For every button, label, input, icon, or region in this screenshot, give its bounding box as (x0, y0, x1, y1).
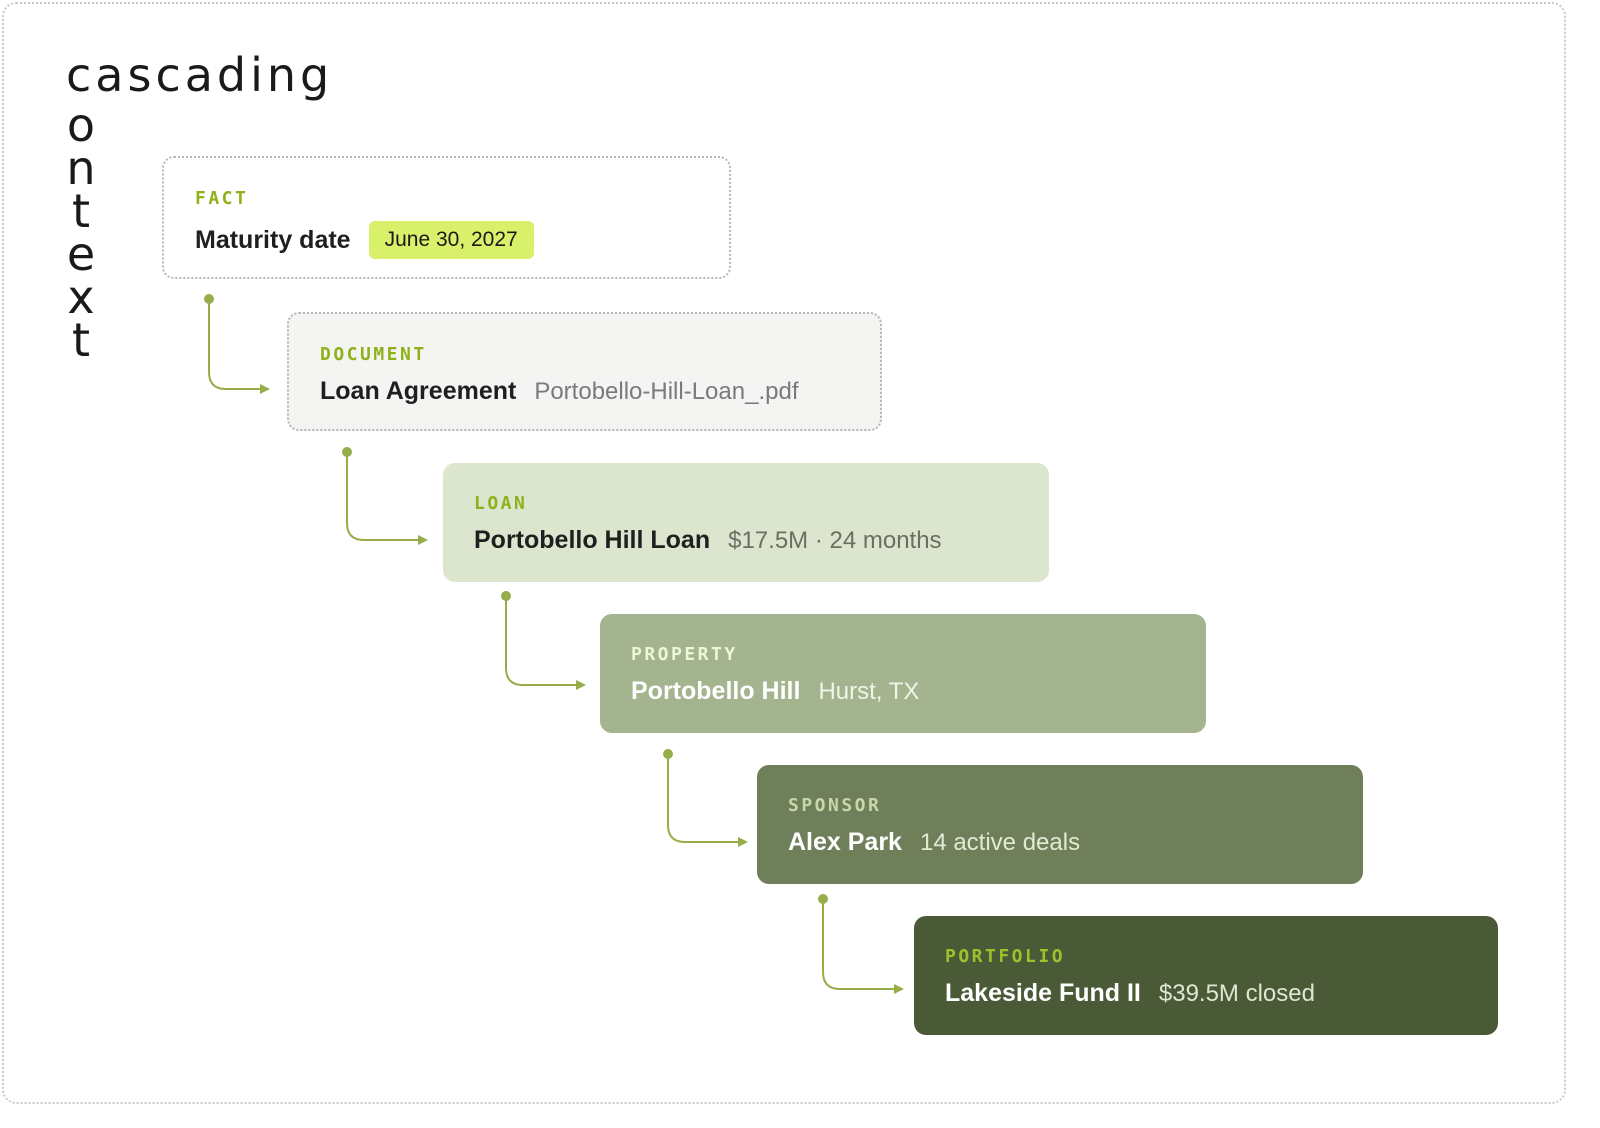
card-row: Maturity date June 30, 2027 (195, 221, 534, 259)
card-name: Portobello Hill (631, 677, 801, 705)
card-row: Alex Park 14 active deals (788, 828, 1080, 857)
card-kind-label: DOCUMENT (320, 344, 427, 365)
connector-property-sponsor (663, 749, 748, 847)
card-meta: $39.5M closed (1158, 979, 1315, 1007)
card-row: Loan Agreement Portobello-Hill-Loan_.pdf (320, 377, 798, 406)
card-meta: Portobello-Hill-Loan_.pdf (534, 377, 799, 405)
card-kind-label: SPONSOR (788, 795, 882, 816)
fact-card[interactable]: FACT Maturity date June 30, 2027 (162, 156, 731, 279)
property-card[interactable]: PROPERTY Portobello Hill Hurst, TX (600, 614, 1206, 733)
card-row: Portobello Hill Loan $17.5M · 24 months (474, 526, 942, 555)
card-row: Lakeside Fund II $39.5M closed (945, 979, 1315, 1008)
document-card[interactable]: DOCUMENT Loan Agreement Portobello-Hill-… (287, 312, 882, 431)
card-name: Alex Park (788, 828, 902, 856)
card-kind-label: PORTFOLIO (945, 946, 1066, 967)
card-kind-label: FACT (195, 188, 249, 209)
connector-fact-document (204, 294, 270, 394)
sponsor-card[interactable]: SPONSOR Alex Park 14 active deals (757, 765, 1363, 884)
card-name: Lakeside Fund II (945, 979, 1141, 1007)
card-name: Portobello Hill Loan (474, 526, 711, 554)
loan-card[interactable]: LOAN Portobello Hill Loan $17.5M · 24 mo… (443, 463, 1049, 582)
card-kind-label: PROPERTY (631, 644, 738, 665)
card-kind-label: LOAN (474, 493, 528, 514)
card-meta: 14 active deals (919, 828, 1081, 856)
portfolio-card[interactable]: PORTFOLIO Lakeside Fund II $39.5M closed (914, 916, 1498, 1035)
connector-document-loan (342, 447, 428, 545)
fact-value-highlight: June 30, 2027 (368, 221, 534, 259)
card-row: Portobello Hill Hurst, TX (631, 677, 919, 706)
card-meta: $17.5M · 24 months (728, 526, 942, 554)
card-name: Loan Agreement (320, 377, 517, 405)
card-meta: Hurst, TX (818, 677, 920, 705)
card-name: Maturity date (195, 225, 351, 254)
connector-loan-property (501, 591, 586, 690)
connector-sponsor-portfolio (818, 894, 904, 994)
